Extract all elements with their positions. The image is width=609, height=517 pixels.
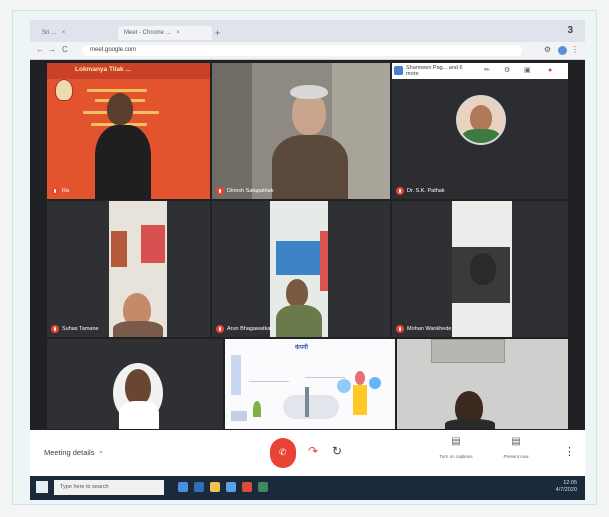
task-view-icon[interactable] xyxy=(178,482,188,492)
chevron-up-icon: ^ xyxy=(99,451,103,457)
participant-tile[interactable] xyxy=(396,338,569,430)
present-icon: ▤ xyxy=(511,436,521,447)
app-icon[interactable] xyxy=(258,482,268,492)
camera-toggle-icon[interactable]: ↻ xyxy=(332,444,342,458)
participant-tile[interactable]: Sharmeen Pag... and 6 more ✏ ⚙ ▣ ● Dr. S… xyxy=(391,62,569,200)
mic-off-icon xyxy=(51,187,59,195)
meet-video-grid: Lokmanya Tilak ... Ra Dinesh Satapathak … xyxy=(30,60,585,500)
system-tray-clock[interactable]: 12:05 4/7/2020 xyxy=(556,480,577,494)
avatar xyxy=(456,95,506,145)
kebab-menu-icon[interactable]: ⋮ xyxy=(564,446,575,458)
extension-icon[interactable]: ⚙ xyxy=(544,45,551,55)
explorer-icon[interactable] xyxy=(210,482,220,492)
participant-name: Mohan Wankhede xyxy=(396,325,451,333)
reload-icon[interactable]: C xyxy=(62,45,68,55)
end-call-icon: ✆ xyxy=(279,447,287,457)
browser-tab-active[interactable]: Meet - Chrome ... × xyxy=(118,26,212,40)
pin-icon[interactable]: ✏ xyxy=(484,66,490,75)
tab-label: Meet - Chrome ... xyxy=(124,30,171,36)
participant-name: Suhas Tamane xyxy=(51,325,99,333)
presented-slide[interactable]: कंपनी xyxy=(224,338,396,430)
participant-name: Ra xyxy=(51,187,69,195)
edge-icon[interactable] xyxy=(194,482,204,492)
chat-icon[interactable]: ▣ xyxy=(524,66,531,75)
profile-avatar[interactable] xyxy=(558,46,567,55)
captions-icon: ▤ xyxy=(451,436,461,447)
participant-tile[interactable]: Dinesh Satapathak xyxy=(211,62,391,200)
tab-counter: 3 xyxy=(567,25,573,36)
mic-toggle-icon[interactable]: ↷ xyxy=(308,444,318,458)
tab-close-icon[interactable]: × xyxy=(62,30,66,36)
record-icon[interactable]: ● xyxy=(548,66,552,75)
participant-tile[interactable] xyxy=(46,338,224,430)
browser-tab-bar: Sri ... × Meet - Chrome ... × + 3 xyxy=(30,20,585,42)
participant-name: Dinesh Satapathak xyxy=(216,187,273,195)
participant-tile[interactable]: Arun Bhagawatkar xyxy=(211,200,391,338)
presenting-label: Sharmeen Pag... and 6 more xyxy=(406,65,463,77)
browser-tab[interactable]: Sri ... × xyxy=(36,26,116,40)
new-tab-icon[interactable]: + xyxy=(215,28,220,38)
people-icon[interactable]: ⚙ xyxy=(504,66,510,75)
slide-title: कंपनी xyxy=(295,345,308,351)
emblem-logo xyxy=(55,79,73,101)
presenting-banner: Sharmeen Pag... and 6 more ✏ ⚙ ▣ ● xyxy=(392,63,568,79)
mic-off-icon xyxy=(51,325,59,333)
tab-close-icon[interactable]: × xyxy=(176,30,180,36)
participant-name: Arun Bhagawatkar xyxy=(216,325,272,333)
back-icon[interactable]: ← xyxy=(36,45,44,55)
banner-title: Lokmanya Tilak ... xyxy=(75,66,131,73)
banner-strip: Lokmanya Tilak ... xyxy=(47,63,210,79)
meet-control-bar: Meeting details ^ ✆ ↷ ↻ ▤ Turn on captio… xyxy=(30,430,585,476)
store-icon[interactable] xyxy=(226,482,236,492)
taskbar-search-input[interactable]: Type here to search xyxy=(54,480,164,495)
mic-off-icon xyxy=(396,325,404,333)
mic-off-icon xyxy=(396,187,404,195)
present-now-button[interactable]: ▤ Present now xyxy=(494,436,538,459)
url-field[interactable]: meet.google.com xyxy=(82,45,522,56)
monitor-screen: Sri ... × Meet - Chrome ... × + 3 ← → C … xyxy=(30,20,585,500)
participant-tile[interactable]: Lokmanya Tilak ... Ra xyxy=(46,62,211,200)
present-icon xyxy=(394,66,403,75)
address-bar-row: ← → C meet.google.com ⚙ ⋮ xyxy=(30,42,585,60)
participant-tile[interactable]: Suhas Tamane xyxy=(46,200,211,338)
end-call-button[interactable]: ✆ xyxy=(270,438,296,468)
chrome-icon[interactable] xyxy=(242,482,252,492)
captions-button[interactable]: ▤ Turn on captions xyxy=(434,436,478,459)
os-taskbar: Type here to search 12:05 4/7/2020 xyxy=(30,476,585,500)
browser-menu-icon[interactable]: ⋮ xyxy=(571,45,579,55)
forward-icon[interactable]: → xyxy=(48,45,56,55)
participant-name: Dr. S.K. Pathak xyxy=(396,187,445,195)
windows-start-icon[interactable] xyxy=(36,481,48,493)
meeting-details-button[interactable]: Meeting details ^ xyxy=(44,448,102,459)
tab-label: Sri ... xyxy=(42,30,57,36)
mic-off-icon xyxy=(216,187,224,195)
mic-off-icon xyxy=(216,325,224,333)
participant-tile[interactable]: Mohan Wankhede xyxy=(391,200,569,338)
